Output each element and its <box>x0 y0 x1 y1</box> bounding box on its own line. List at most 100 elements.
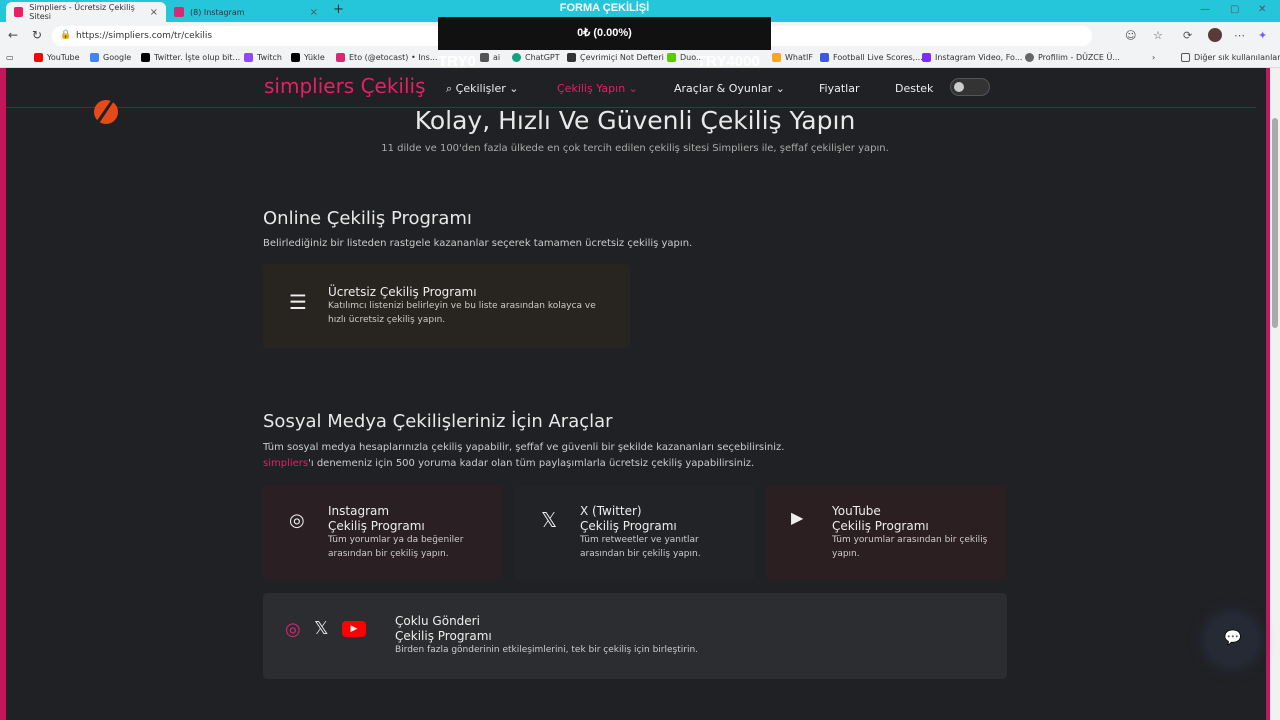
bookmark-notepad[interactable]: Çevrimiçi Not Defteri <box>567 53 664 62</box>
card-subtitle: Çekiliş Programı <box>395 629 492 643</box>
social-section-title: Sosyal Medya Çekilişleriniz İçin Araçlar <box>263 411 613 432</box>
football-icon <box>820 53 829 62</box>
instagram-raffle-card[interactable]: ◎ Instagram Çekiliş Programı Tüm yorumla… <box>263 486 503 580</box>
copilot-icon[interactable]: ✦ <box>1258 29 1267 42</box>
social-section-desc: Tüm sosyal medya hesaplarınızla çekiliş … <box>263 442 785 453</box>
back-icon[interactable]: ← <box>8 28 18 42</box>
overlay-left-label: TRY0 <box>438 53 476 70</box>
social-section-desc-2: simpliers'ı denemeniz için 500 yoruma ka… <box>263 458 755 469</box>
card-title: Ücretsiz Çekiliş Programı <box>328 285 477 299</box>
nav-araclar-oyunlar[interactable]: Araçlar & Oyunlar ⌄ <box>674 82 785 95</box>
chat-button[interactable]: 💬 <box>1206 614 1258 666</box>
lock-icon: 🔒 <box>60 30 72 40</box>
youtube-icon: ▶ <box>342 621 366 637</box>
maximize-icon[interactable]: ▢ <box>1230 4 1239 15</box>
tab-simpliers[interactable]: Simpliers - Ücretsiz Çekiliş Sitesi × <box>6 2 166 22</box>
nav-cekilisler[interactable]: ⌕ Çekilişler ⌄ <box>446 82 518 96</box>
free-raffle-card[interactable]: ☰ Ücretsiz Çekiliş Programı Katılımcı li… <box>263 264 630 348</box>
twitch-icon <box>244 53 253 62</box>
favorite-star-icon[interactable]: ☆ <box>1153 29 1163 42</box>
card-subtitle: Çekiliş Programı <box>328 519 425 533</box>
site-logo[interactable]: simpliers Çekiliş <box>264 74 426 98</box>
nav-cekilis-yapin[interactable]: Çekiliş Yapın ⌄ <box>557 82 638 95</box>
toggle-knob <box>954 82 964 92</box>
bookmark-ai[interactable]: ai <box>480 53 500 62</box>
bookmark-google[interactable]: Google <box>90 53 131 62</box>
nav-fiyatlar[interactable]: Fiyatlar <box>819 82 859 95</box>
tab-instagram[interactable]: (8) Instagram × <box>166 2 326 22</box>
card-title: Instagram <box>328 504 390 518</box>
x-icon <box>141 53 150 62</box>
card-subtitle: Çekiliş Programı <box>832 519 929 533</box>
simpliers-favicon-icon <box>14 7 24 17</box>
page-subtitle: 11 dilde ve 100'den fazla ülkede en çok … <box>381 143 889 154</box>
bookmark-other[interactable]: Diğer sık kullanılanlar <box>1181 53 1280 62</box>
whatif-icon <box>772 53 781 62</box>
overlay-progress: 0₺ (0.00%) <box>438 17 771 50</box>
close-icon[interactable]: × <box>310 7 318 18</box>
chat-icon: 💬 <box>1224 630 1242 646</box>
bookmark-twitch[interactable]: Twitch <box>244 53 282 62</box>
youtube-icon <box>34 53 43 62</box>
close-window-icon[interactable]: ✕ <box>1258 4 1266 15</box>
instagram-icon: ◎ <box>285 619 301 640</box>
bookmark-whatif[interactable]: WhatIF <box>772 53 813 62</box>
x-icon: 𝕏 <box>541 508 558 532</box>
x-icon: 𝕏 <box>314 618 329 639</box>
refresh-page-icon[interactable]: ⟳ <box>1183 29 1192 42</box>
theme-toggle[interactable] <box>950 78 990 96</box>
card-title: YouTube <box>832 504 881 518</box>
bookmark-football[interactable]: Football Live Scores,... <box>820 53 923 62</box>
bookmark-twitter[interactable]: Twitter. İşte olup bit... <box>141 53 240 62</box>
bookmark-chatgpt[interactable]: ChatGPT <box>512 53 560 62</box>
simpliers-link[interactable]: simpliers <box>263 458 308 469</box>
more-icon[interactable]: ⋯ <box>1234 29 1245 42</box>
tab-title: (8) Instagram <box>190 7 245 17</box>
minimize-icon[interactable]: — <box>1200 4 1210 15</box>
reader-icon[interactable]: ☺ <box>1125 29 1136 42</box>
card-subtitle: Çekiliş Programı <box>580 519 677 533</box>
chevron-right-icon[interactable]: › <box>1152 53 1155 62</box>
bookmark-instagram-video[interactable]: Instagram Video, Fo... <box>922 53 1022 62</box>
reload-icon[interactable]: ↻ <box>32 28 42 42</box>
bookmark-etocast[interactable]: Eto (@etocast) • Ins... <box>336 53 437 62</box>
online-section-desc: Belirlediğiniz bir listeden rastgele kaz… <box>263 238 693 249</box>
tiktok-icon <box>291 53 300 62</box>
card-desc: Birden fazla gönderinin etkileşimlerini,… <box>395 645 699 655</box>
card-desc: Tüm retweetler ve yanıtlar arasından bir… <box>580 535 701 559</box>
new-tab-icon[interactable]: + <box>333 2 344 17</box>
online-section-title: Online Çekiliş Programı <box>263 208 472 229</box>
google-icon <box>90 53 99 62</box>
profile-avatar[interactable] <box>1208 28 1222 42</box>
card-desc: Katılımcı listenizi belirleyin ve bu lis… <box>328 301 596 325</box>
bookmarks-bar: ▭ YouTube Google Twitter. İşte olup bit.… <box>0 50 1280 68</box>
instagram-favicon-icon <box>174 7 184 17</box>
bookmark-settings-icon[interactable]: ▭ <box>6 53 14 62</box>
notepad-icon <box>567 53 576 62</box>
multi-post-raffle-card[interactable]: ◎ 𝕏 ▶ Çoklu Gönderi Çekiliş Programı Bir… <box>263 593 1007 679</box>
chatgpt-icon <box>512 53 521 62</box>
video-icon <box>922 53 931 62</box>
nav-destek[interactable]: Destek <box>895 82 933 95</box>
instagram-icon: ◎ <box>289 510 305 531</box>
globe-icon <box>1025 53 1034 62</box>
chevron-down-icon: ⌄ <box>509 82 519 95</box>
chevron-down-icon: ⌄ <box>775 82 785 95</box>
instagram-icon <box>336 53 345 62</box>
chevron-down-icon: ⌄ <box>628 82 638 95</box>
folder-icon <box>1181 53 1190 62</box>
list-icon: ☰ <box>289 290 307 314</box>
bookmark-profilim[interactable]: Profilim - DÜZCE Ü... <box>1025 53 1120 62</box>
card-desc: Tüm yorumlar arasından bir çekiliş yapın… <box>832 535 988 559</box>
youtube-raffle-card[interactable]: ▶ YouTube Çekiliş Programı Tüm yorumlar … <box>767 486 1007 580</box>
x-raffle-card[interactable]: 𝕏 X (Twitter) Çekiliş Programı Tüm retwe… <box>515 486 755 580</box>
tab-title: Simpliers - Ücretsiz Çekiliş Sitesi <box>29 3 135 21</box>
bookmark-yukle[interactable]: Yükle <box>291 53 325 62</box>
bookmark-youtube[interactable]: YouTube <box>34 53 80 62</box>
ai-icon <box>480 53 489 62</box>
scrollbar-thumb[interactable] <box>1272 118 1278 328</box>
search-icon: ⌕ <box>446 82 456 95</box>
scrollbar[interactable] <box>1270 68 1280 720</box>
close-icon[interactable]: × <box>150 7 158 18</box>
card-title: Çoklu Gönderi <box>395 614 480 628</box>
